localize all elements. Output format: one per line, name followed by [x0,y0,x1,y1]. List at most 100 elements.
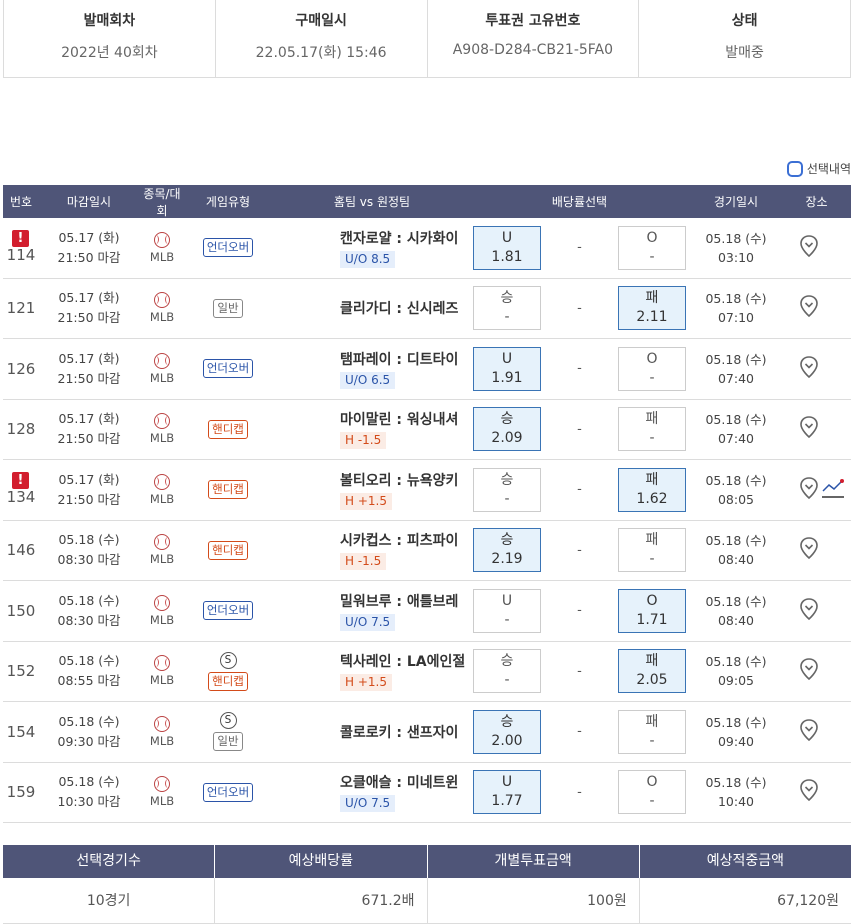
alert-icon: ! [12,472,29,489]
deadline-date: 05.18 (수) [58,592,120,608]
game-table: 번호 마감일시 종목/대회 게임유형 홈팀 vs 원정팀 배당률선택 경기일시 … [3,185,851,823]
map-pin-icon[interactable] [799,234,819,262]
match-teams[interactable]: 캔자로얄 : 시카화이 [340,228,473,248]
odds-option-left[interactable]: 승- [473,467,541,512]
odds-option-left[interactable]: 승 2.00 [473,709,541,754]
teams-cell: 클리가디 : 신시레즈 [271,298,473,318]
odds-label: U [501,774,513,791]
game-number: 146 [6,541,36,560]
odds-option-left[interactable]: 승- [473,286,541,331]
game-date-cell: 05.18 (수) 09:40 [686,713,782,751]
map-pin-icon[interactable] [799,718,819,746]
deadline-cell: 05.18 (수) 09:30 마감 [39,712,139,752]
odds-cell: 승 - - 패 1.62 [473,467,686,512]
map-pin-icon[interactable] [799,476,819,504]
map-pin-icon[interactable] [799,778,819,806]
summary-game-count: 10경기 [86,893,131,909]
info-status: 상태 발매중 [638,0,850,77]
odds-option-left[interactable]: U- [473,588,541,633]
selection-checkbox[interactable] [786,160,803,177]
odds-option-draw: - [577,482,582,498]
odds-option-left[interactable]: 승 2.09 [473,407,541,452]
odds-option-left[interactable]: 승 2.19 [473,528,541,573]
odds-option-right[interactable]: 패- [618,528,686,573]
odds-value: - [649,793,655,810]
match-teams[interactable]: 오클애슬 : 미네트윈 [340,772,473,792]
game-number-cell: 128 [3,400,39,460]
table-row: ! 134 05.17 (화) 21:50 마감 MLB 핸디캡 볼티오리 : 뉴욕양키 H … [3,460,851,521]
odds-option-right[interactable]: 패 1.62 [618,467,686,512]
trend-chart-icon[interactable] [821,477,845,503]
deadline-date: 05.18 (수) [58,774,120,790]
game-type-cell: 언더오버 [185,601,271,621]
col-header: 종목/대회 [143,186,181,218]
odds-option-right[interactable]: 패 2.05 [618,649,686,694]
odds-option-left[interactable]: U 1.81 [473,225,541,270]
match-teams[interactable]: 볼티오리 : 뉴욕양키 [340,470,473,490]
game-number-cell: 126 [3,339,39,399]
map-pin-icon[interactable] [799,294,819,322]
baseball-icon [154,473,170,490]
odds-label: 패 [645,713,659,730]
game-type-cell: 언더오버 [185,782,271,802]
game-number: 121 [6,299,36,318]
match-teams[interactable]: 탬파레이 : 디트타이 [340,349,473,369]
match-teams[interactable]: 텍사레인 : LA에인절 [340,651,473,671]
map-pin-icon[interactable] [799,657,819,685]
deadline-date: 05.18 (수) [58,653,120,669]
odds-option-right[interactable]: 패 2.11 [618,286,686,331]
game-date-cell: 05.18 (수) 07:10 [686,289,782,327]
odds-option-right[interactable]: 패- [618,407,686,452]
deadline-time: 10:30 마감 [57,794,121,810]
odds-option-left[interactable]: U 1.77 [473,770,541,815]
teams-cell: 오클애슬 : 미네트윈 U/O 7.5 [271,772,473,813]
place-cell [782,415,851,443]
map-pin-icon[interactable] [799,597,819,625]
place-cell [782,657,851,685]
odds-option-right[interactable]: O- [618,346,686,391]
odds-option-right[interactable]: O- [618,770,686,815]
game-number: 154 [6,722,36,741]
odds-option-right[interactable]: 패- [618,709,686,754]
game-time: 07:10 [717,310,755,326]
place-cell [782,476,851,504]
line-value: H -1.5 [340,432,387,450]
map-pin-icon[interactable] [799,355,819,383]
map-pin-icon[interactable] [799,536,819,564]
game-number: 128 [6,420,36,439]
baseball-icon [154,776,170,793]
selection-toggle-label: 선택내역 [806,162,851,176]
odds-option-left[interactable]: 승- [473,649,541,694]
match-teams[interactable]: 클리가디 : 신시레즈 [340,298,473,318]
odds-option-right[interactable]: O 1.71 [618,588,686,633]
odds-option-right[interactable]: O- [618,225,686,270]
game-type-tag: 핸디캡 [208,671,248,691]
map-pin-icon[interactable] [799,415,819,443]
special-badge: S [219,712,237,730]
odds-option-left[interactable]: U 1.91 [473,346,541,391]
game-type-tag: 핸디캡 [208,480,248,500]
sport-cell: MLB [139,292,185,324]
sport-cell: MLB [139,594,185,627]
odds-option-draw: - [577,603,582,619]
baseball-icon [154,655,170,672]
game-number: 152 [6,662,36,681]
match-teams[interactable]: 마이말린 : 워싱내셔 [340,409,473,429]
odds-label: 패 [645,411,659,428]
game-type-tag: 핸디캡 [208,540,248,560]
game-date: 05.18 (수) [705,593,767,609]
col-header: 경기일시 [713,195,759,209]
match-teams[interactable]: 시카컵스 : 피츠파이 [340,530,473,550]
match-teams[interactable]: 밀워브루 : 애틀브레 [340,591,473,611]
odds-label: 패 [645,653,659,670]
selection-toggle[interactable]: 선택내역 [786,160,851,177]
deadline-date: 05.17 (화) [58,350,120,366]
baseball-icon [154,594,170,611]
match-teams[interactable]: 콜로로키 : 샌프자이 [340,722,473,742]
baseball-icon [154,231,170,248]
game-time: 08:40 [717,612,755,628]
deadline-cell: 05.18 (수) 08:30 마감 [39,591,139,631]
odds-value: 1.62 [636,490,668,507]
odds-label: 승 [500,713,514,730]
deadline-cell: 05.17 (화) 21:50 마감 [39,288,139,328]
